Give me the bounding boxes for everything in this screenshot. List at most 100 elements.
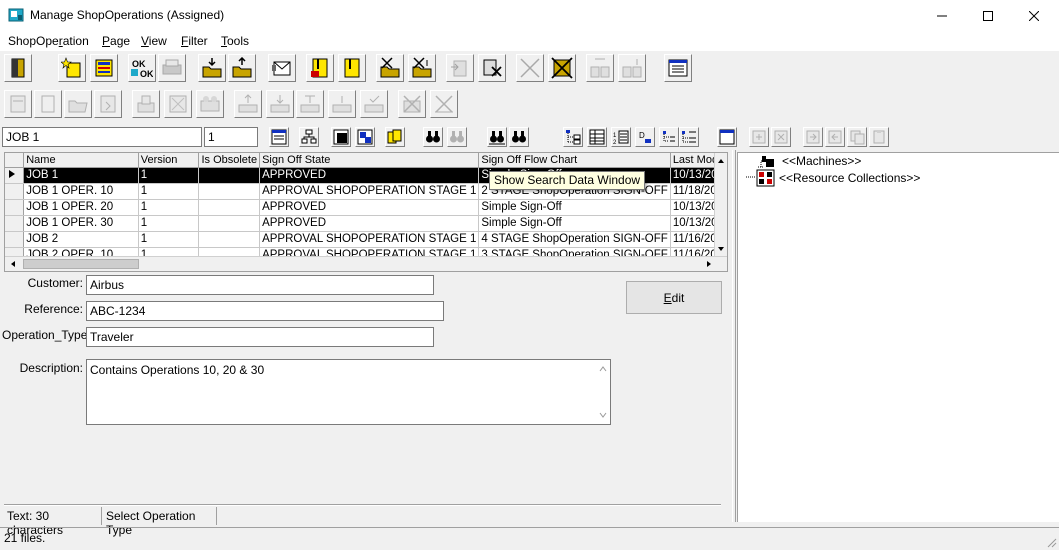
cell-name[interactable]: JOB 2 (23, 231, 139, 248)
search-binoculars-button[interactable] (423, 127, 443, 147)
tree-remove-button[interactable] (771, 127, 791, 147)
exit-button[interactable] (4, 54, 32, 82)
cell-flow[interactable]: 4 STAGE ShopOperation SIGN-OFF (478, 231, 671, 248)
pane-splitter[interactable] (732, 150, 736, 522)
resize-grip-icon[interactable] (1045, 536, 1057, 548)
cell-obsolete[interactable] (198, 183, 261, 200)
column-header-sign-off-state[interactable]: Sign Off State (259, 153, 480, 168)
tree-add-button[interactable] (749, 127, 769, 147)
print-button[interactable] (158, 54, 186, 82)
scroll-down-arrow-icon[interactable] (715, 243, 727, 255)
tray-5-button[interactable] (360, 90, 388, 118)
cell-flow[interactable]: Simple Sign-Off (478, 199, 671, 216)
tree-copy-button[interactable] (847, 127, 867, 147)
tray-2-button[interactable] (266, 90, 294, 118)
cell-state[interactable]: APPROVED (259, 215, 480, 232)
maximize-button[interactable] (965, 0, 1011, 31)
hierarchy-button[interactable] (299, 127, 319, 147)
cell-name[interactable]: JOB 1 OPER. 30 (23, 215, 139, 232)
scroll-left-arrow-icon[interactable] (7, 258, 19, 270)
page-props-button[interactable] (4, 90, 32, 118)
edit-button[interactable]: Edit (626, 281, 722, 314)
tray-3-button[interactable] (296, 90, 324, 118)
close-button[interactable] (1011, 0, 1057, 31)
search-next-button[interactable] (447, 127, 467, 147)
table-row[interactable]: JOB 2 1 APPROVAL SHOPOPERATION STAGE 1 4… (5, 231, 727, 248)
cell-obsolete[interactable] (198, 215, 261, 232)
remove-2-button[interactable] (430, 90, 458, 118)
cell-version[interactable]: 1 (138, 215, 200, 232)
column-header-is-obsolete[interactable]: Is Obsolete (198, 153, 261, 168)
menu-tools[interactable]: Tools (221, 34, 249, 48)
menu-view[interactable]: View (141, 34, 167, 48)
cell-state[interactable]: APPROVED (259, 167, 480, 184)
cell-obsolete[interactable] (198, 199, 261, 216)
cell-version[interactable]: 1 (138, 199, 200, 216)
cell-state[interactable]: APPROVED (259, 199, 480, 216)
horizontal-scroll-thumb[interactable] (23, 259, 139, 269)
new-page-button[interactable] (34, 90, 62, 118)
column-header-name[interactable]: Name (23, 153, 139, 168)
menu-shopoperation[interactable]: ShopOperation (8, 34, 89, 48)
cell-obsolete[interactable] (198, 167, 261, 184)
open-page-button[interactable] (64, 90, 92, 118)
mail-button[interactable] (268, 54, 296, 82)
save-page-button[interactable] (94, 90, 122, 118)
remove-1-button[interactable] (398, 90, 426, 118)
cell-version[interactable]: 1 (138, 183, 200, 200)
tree-item-machines[interactable]: <<Machines>> (756, 153, 861, 169)
promote-button[interactable] (586, 54, 614, 82)
details-view-button[interactable] (587, 127, 607, 147)
tray-1-button[interactable] (234, 90, 262, 118)
scroll-right-arrow-icon[interactable] (703, 258, 715, 270)
sort-button[interactable]: D (635, 127, 655, 147)
tray-4-button[interactable] (328, 90, 356, 118)
expand-all-button[interactable] (679, 127, 699, 147)
properties-button[interactable] (90, 54, 118, 82)
ok-ok-button[interactable]: OK OK (128, 54, 156, 82)
query-button[interactable] (269, 127, 289, 147)
textarea-scroll-up-icon[interactable] (598, 364, 608, 374)
cell-version[interactable]: 1 (138, 167, 200, 184)
link-page-button[interactable] (164, 90, 192, 118)
window-button[interactable] (717, 127, 737, 147)
numbered-list-button[interactable]: 12 (611, 127, 631, 147)
scroll-up-arrow-icon[interactable] (715, 155, 727, 167)
tree-paste-button[interactable] (869, 127, 889, 147)
search-data-button[interactable] (509, 127, 529, 147)
menu-page[interactable]: Page (102, 34, 130, 48)
table-row[interactable]: JOB 1 OPER. 20 1 APPROVED Simple Sign-Of… (5, 199, 727, 216)
delete-all-button[interactable] (548, 54, 576, 82)
menu-filter[interactable]: Filter (181, 34, 208, 48)
filter-blue-button[interactable] (355, 127, 375, 147)
column-header-sign-off-flow-chart[interactable]: Sign Off Flow Chart (478, 153, 671, 168)
show-search-data-window-button[interactable] (487, 127, 507, 147)
cell-name[interactable]: JOB 1 OPER. 10 (23, 183, 139, 200)
add-to-book-button[interactable] (306, 54, 334, 82)
cell-name[interactable]: JOB 1 (23, 167, 139, 184)
cancel-x-button[interactable] (516, 54, 544, 82)
move-button[interactable] (446, 54, 474, 82)
demote-button[interactable] (618, 54, 646, 82)
tree-view-button[interactable] (563, 127, 583, 147)
tree-import-button[interactable] (803, 127, 823, 147)
new-operation-button[interactable] (58, 54, 86, 82)
column-header-version[interactable]: Version (138, 153, 200, 168)
import-button[interactable] (198, 54, 226, 82)
description-textarea[interactable]: Contains Operations 10, 20 & 30 (86, 359, 611, 425)
minimize-button[interactable] (919, 0, 965, 31)
delete-doc-button[interactable] (478, 54, 506, 82)
check-out-button[interactable] (408, 54, 436, 82)
outline-button[interactable] (659, 127, 679, 147)
textarea-scroll-down-icon[interactable] (598, 410, 608, 420)
operation-type-field[interactable]: Traveler (86, 327, 434, 347)
cell-state[interactable]: APPROVAL SHOPOPERATION STAGE 1 (259, 231, 480, 248)
cell-version[interactable]: 1 (138, 231, 200, 248)
cell-obsolete[interactable] (198, 231, 261, 248)
check-in-button[interactable] (376, 54, 404, 82)
search-name-input[interactable]: JOB 1 (2, 127, 202, 147)
tree-export-button[interactable] (825, 127, 845, 147)
books-button[interactable] (385, 127, 405, 147)
customer-field[interactable]: Airbus (86, 275, 434, 295)
cell-flow[interactable]: Simple Sign-Off (478, 215, 671, 232)
